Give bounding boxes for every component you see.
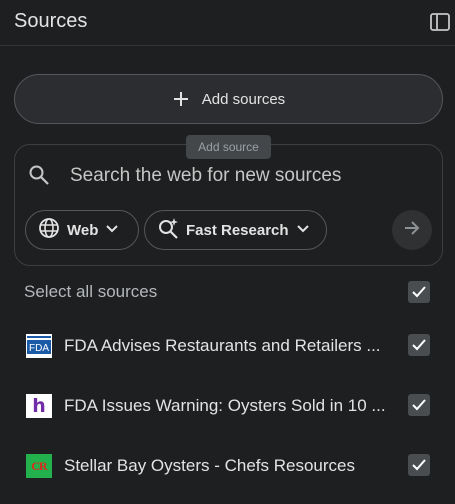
web-source-dropdown[interactable]: Web — [25, 210, 139, 250]
checkmark-icon — [412, 459, 426, 471]
checkmark-icon — [412, 286, 426, 298]
web-chip-label: Web — [67, 221, 99, 239]
chevron-down-icon — [105, 221, 119, 239]
panel-title: Sources — [14, 10, 88, 32]
add-sources-button[interactable]: Add sources — [14, 74, 443, 124]
cr-favicon-text: CR — [31, 458, 47, 473]
select-all-checkbox[interactable] — [408, 281, 430, 303]
side-panel-icon[interactable] — [429, 12, 451, 32]
source-checkbox[interactable] — [408, 394, 430, 416]
cr-favicon: CR — [26, 454, 52, 478]
web-search-card: Web Fast Research — [14, 144, 443, 266]
globe-icon — [38, 217, 60, 244]
fda-favicon: FDA — [26, 334, 52, 358]
select-all-row: Select all sources — [24, 280, 434, 304]
fda-favicon-text: FDA — [29, 343, 49, 354]
sparkle-search-icon — [157, 217, 179, 244]
source-title: FDA Issues Warning: Oysters Sold in 10 .… — [64, 396, 386, 415]
select-all-label: Select all sources — [24, 282, 158, 301]
source-item[interactable]: CR Stellar Bay Oysters - Chefs Resources — [26, 453, 436, 479]
source-checkbox[interactable] — [408, 334, 430, 356]
research-mode-dropdown[interactable]: Fast Research — [144, 210, 327, 250]
source-title: Stellar Bay Oysters - Chefs Resources — [64, 456, 355, 475]
source-title: FDA Advises Restaurants and Retailers ..… — [64, 336, 381, 355]
source-checkbox[interactable] — [408, 454, 430, 476]
search-input[interactable] — [70, 163, 430, 189]
add-sources-label: Add sources — [201, 90, 286, 108]
search-icon — [28, 164, 50, 186]
arrow-right-icon — [402, 218, 422, 243]
source-item[interactable]: FDA FDA Advises Restaurants and Retailer… — [26, 333, 436, 359]
checkmark-icon — [412, 399, 426, 411]
h-favicon: h — [26, 394, 52, 418]
plus-icon — [172, 90, 190, 108]
source-item[interactable]: h FDA Issues Warning: Oysters Sold in 10… — [26, 393, 436, 419]
checkmark-icon — [412, 339, 426, 351]
submit-search-button[interactable] — [392, 210, 432, 250]
research-chip-label: Fast Research — [186, 221, 289, 239]
chevron-down-icon — [296, 221, 310, 239]
sources-header: Sources — [0, 0, 455, 46]
h-favicon-text: h — [32, 394, 46, 417]
add-source-tooltip: Add source — [186, 135, 271, 159]
